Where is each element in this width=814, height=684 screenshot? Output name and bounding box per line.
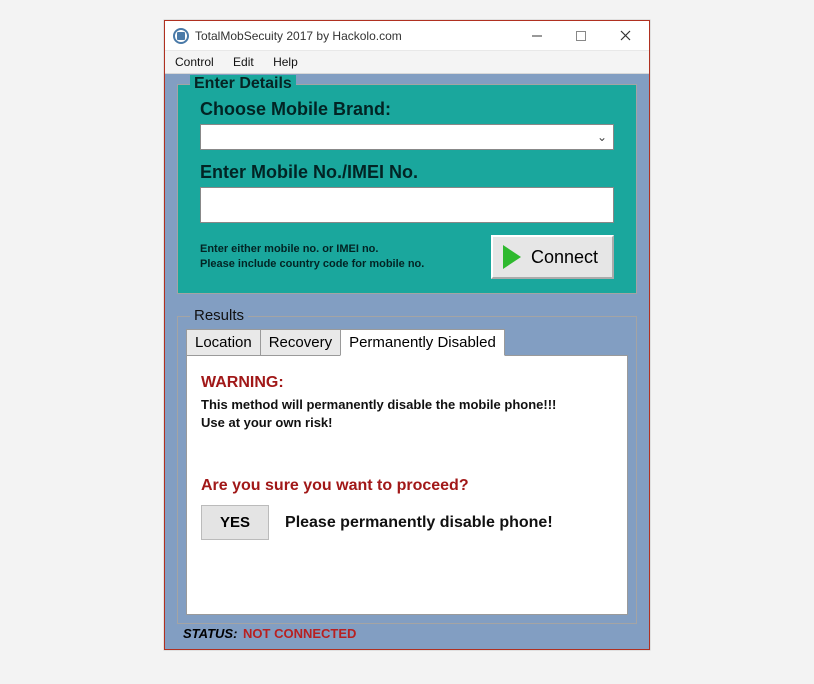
maximize-icon xyxy=(576,31,586,41)
imei-input[interactable] xyxy=(200,187,614,223)
warning-line1: This method will permanently disable the… xyxy=(201,397,556,412)
enter-details-panel: Enter Details Choose Mobile Brand: ⌄ Ent… xyxy=(177,84,637,294)
status-bar: STATUS: NOT CONNECTED xyxy=(177,624,637,645)
hint-line2: Please include country code for mobile n… xyxy=(200,258,424,270)
chevron-down-icon: ⌄ xyxy=(597,131,607,143)
brand-label: Choose Mobile Brand: xyxy=(200,99,614,120)
warning-text: This method will permanently disable the… xyxy=(201,396,613,431)
titlebar: TotalMobSecuity 2017 by Hackolo.com xyxy=(165,21,649,51)
play-icon xyxy=(503,245,521,269)
connect-button[interactable]: Connect xyxy=(491,235,614,279)
minimize-icon xyxy=(532,31,542,41)
status-value: NOT CONNECTED xyxy=(243,626,356,641)
results-panel: Results Location Recovery Permanently Di… xyxy=(177,316,637,624)
menu-control[interactable]: Control xyxy=(175,55,214,69)
results-title: Results xyxy=(190,307,248,324)
connect-label: Connect xyxy=(531,247,598,268)
imei-label: Enter Mobile No./IMEI No. xyxy=(200,162,614,183)
menu-help[interactable]: Help xyxy=(273,55,298,69)
yes-button[interactable]: YES xyxy=(201,505,269,540)
warning-line2: Use at your own risk! xyxy=(201,415,332,430)
tab-strip: Location Recovery Permanently Disabled xyxy=(186,329,628,356)
close-button[interactable] xyxy=(603,21,647,51)
maximize-button[interactable] xyxy=(559,21,603,51)
proceed-question: Are you sure you want to proceed? xyxy=(201,477,613,495)
hint-line1: Enter either mobile no. or IMEI no. xyxy=(200,243,378,255)
menubar: Control Edit Help xyxy=(165,51,649,74)
close-icon xyxy=(620,30,631,41)
brand-select[interactable]: ⌄ xyxy=(200,124,614,150)
warning-heading: WARNING: xyxy=(201,374,613,392)
tab-location[interactable]: Location xyxy=(186,329,261,356)
window-title: TotalMobSecuity 2017 by Hackolo.com xyxy=(195,29,515,43)
input-hint: Enter either mobile no. or IMEI no. Plea… xyxy=(200,242,424,273)
app-window: TotalMobSecuity 2017 by Hackolo.com Cont… xyxy=(164,20,650,650)
app-icon xyxy=(173,28,189,44)
minimize-button[interactable] xyxy=(515,21,559,51)
tab-recovery[interactable]: Recovery xyxy=(260,329,341,356)
menu-edit[interactable]: Edit xyxy=(233,55,254,69)
tab-body: WARNING: This method will permanently di… xyxy=(186,355,628,615)
proceed-message: Please permanently disable phone! xyxy=(285,514,553,532)
status-label: STATUS: xyxy=(183,626,237,641)
tab-permanently-disabled[interactable]: Permanently Disabled xyxy=(340,329,505,356)
client-area: Enter Details Choose Mobile Brand: ⌄ Ent… xyxy=(165,74,649,649)
enter-details-title: Enter Details xyxy=(190,75,296,93)
